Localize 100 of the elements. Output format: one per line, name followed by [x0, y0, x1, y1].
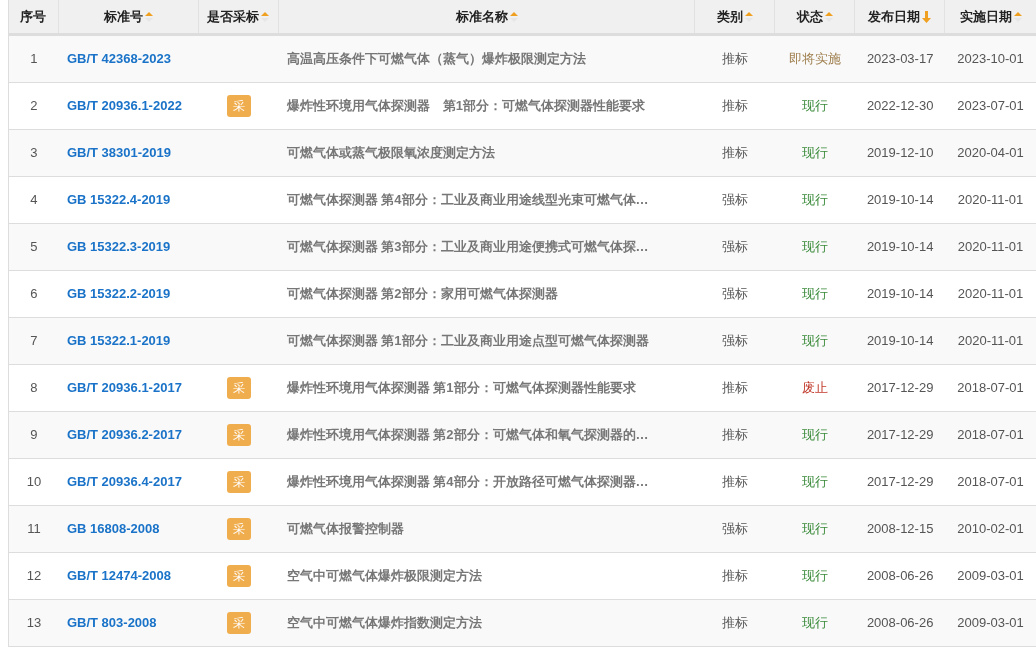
publish-date: 2017-12-29 — [866, 379, 934, 398]
status-text: 现行 — [802, 238, 829, 257]
sort-icon[interactable] — [1013, 9, 1022, 24]
publish-date: 2017-12-29 — [866, 473, 934, 492]
status-text: 即将实施 — [789, 50, 842, 69]
sort-icon[interactable] — [509, 9, 518, 24]
effective-date: 2010-02-01 — [957, 520, 1024, 539]
effective-date: 2009-03-01 — [957, 614, 1024, 633]
effective-date: 2020-11-01 — [957, 191, 1024, 210]
column-header: 标准号 — [103, 7, 143, 26]
row-number: 7 — [30, 332, 38, 351]
standard-code-link[interactable]: GB 15322.4-2019 — [66, 190, 171, 210]
column-header: 实施日期 — [959, 7, 1012, 26]
standard-code-link[interactable]: GB 15322.2-2019 — [66, 284, 171, 304]
row-number: 11 — [27, 520, 41, 539]
row-number: 12 — [26, 567, 42, 586]
standard-code-link[interactable]: GB 16808-2008 — [66, 519, 160, 539]
status-text: 现行 — [802, 426, 829, 445]
sort-icon[interactable] — [824, 9, 833, 24]
standard-code-link[interactable]: GB/T 20936.4-2017 — [66, 472, 182, 492]
category-text: 推标 — [722, 473, 749, 492]
standard-name: 可燃气体探测器 第2部分：家用可燃气体探测器 — [286, 285, 558, 304]
adopted-badge: 采 — [226, 377, 251, 399]
publish-date: 2017-12-29 — [866, 426, 934, 445]
adopted-badge: 采 — [226, 565, 251, 587]
row-number: 13 — [26, 614, 42, 633]
effective-date: 2020-11-01 — [957, 238, 1024, 257]
publish-date: 2008-06-26 — [866, 614, 934, 633]
status-text: 现行 — [802, 97, 829, 116]
sort-icon[interactable] — [144, 9, 153, 24]
standard-name: 爆炸性环境用气体探测器 第1部分：可燃气体探测器性能要求 — [286, 379, 636, 398]
adopted-badge: 采 — [226, 424, 251, 446]
sort-descending-icon[interactable] — [922, 9, 932, 24]
column-header: 序号 — [20, 7, 47, 26]
standard-code-link[interactable]: GB/T 12474-2008 — [66, 566, 172, 586]
standard-code-link[interactable]: GB/T 42368-2023 — [66, 49, 172, 69]
publish-date: 2008-12-15 — [866, 520, 934, 539]
effective-date: 2018-07-01 — [957, 473, 1024, 492]
row-number: 4 — [30, 191, 38, 210]
row-number: 9 — [30, 426, 38, 445]
column-header: 标准名称 — [455, 7, 508, 26]
standard-name: 高温高压条件下可燃气体（蒸气）爆炸极限测定方法 — [286, 50, 586, 69]
status-text: 现行 — [802, 285, 829, 304]
publish-date: 2019-12-10 — [866, 144, 934, 163]
publish-date: 2008-06-26 — [866, 567, 934, 586]
standard-name: 空气中可燃气体爆炸极限测定方法 — [286, 567, 482, 586]
row-number: 1 — [30, 50, 38, 69]
effective-date: 2018-07-01 — [957, 426, 1024, 445]
effective-date: 2023-10-01 — [957, 50, 1024, 69]
category-text: 强标 — [722, 285, 749, 304]
row-number: 6 — [30, 285, 38, 304]
publish-date: 2019-10-14 — [866, 285, 934, 304]
adopted-badge: 采 — [226, 471, 251, 493]
effective-date: 2009-03-01 — [957, 567, 1024, 586]
status-text: 现行 — [802, 567, 829, 586]
publish-date: 2019-10-14 — [866, 238, 934, 257]
sort-icon[interactable] — [261, 9, 270, 24]
category-text: 强标 — [722, 238, 749, 257]
standard-name: 空气中可燃气体爆炸指数测定方法 — [286, 614, 482, 633]
status-text: 废止 — [802, 379, 829, 398]
effective-date: 2020-11-01 — [957, 285, 1024, 304]
status-text: 现行 — [802, 191, 829, 210]
standard-name: 爆炸性环境用气体探测器 第2部分：可燃气体和氧气探测器的… — [286, 426, 649, 445]
row-number: 3 — [30, 144, 38, 163]
standard-name: 可燃气体探测器 第4部分：工业及商业用途线型光束可燃气体… — [286, 191, 649, 210]
category-text: 推标 — [722, 567, 749, 586]
publish-date: 2019-10-14 — [866, 191, 934, 210]
status-text: 现行 — [802, 473, 829, 492]
adopted-badge: 采 — [226, 518, 251, 540]
effective-date: 2018-07-01 — [957, 379, 1024, 398]
standard-name: 可燃气体或蒸气极限氧浓度测定方法 — [286, 144, 495, 163]
column-header: 发布日期 — [868, 7, 921, 26]
publish-date: 2019-10-14 — [866, 332, 934, 351]
row-number: 8 — [30, 379, 38, 398]
publish-date: 2022-12-30 — [866, 97, 934, 116]
category-text: 推标 — [722, 97, 749, 116]
effective-date: 2020-04-01 — [957, 144, 1024, 163]
adopted-badge: 采 — [226, 95, 251, 117]
column-header: 类别 — [716, 7, 743, 26]
category-text: 推标 — [722, 50, 749, 69]
category-text: 强标 — [722, 332, 749, 351]
standard-code-link[interactable]: GB 15322.3-2019 — [66, 237, 171, 257]
adopted-badge: 采 — [226, 612, 251, 634]
standard-code-link[interactable]: GB/T 803-2008 — [66, 613, 157, 633]
standard-code-link[interactable]: GB 15322.1-2019 — [66, 331, 171, 351]
publish-date: 2023-03-17 — [866, 50, 934, 69]
status-text: 现行 — [802, 520, 829, 539]
standard-code-link[interactable]: GB/T 20936.1-2017 — [66, 378, 182, 398]
standard-code-link[interactable]: GB/T 20936.1-2022 — [66, 96, 182, 116]
category-text: 推标 — [722, 614, 749, 633]
category-text: 推标 — [722, 379, 749, 398]
standard-code-link[interactable]: GB/T 20936.2-2017 — [66, 425, 182, 445]
row-number: 5 — [30, 238, 38, 257]
standard-name: 爆炸性环境用气体探测器 第1部分：可燃气体探测器性能要求 — [286, 97, 645, 116]
status-text: 现行 — [802, 332, 829, 351]
sort-icon[interactable] — [744, 9, 753, 24]
row-number: 2 — [30, 97, 38, 116]
effective-date: 2020-11-01 — [957, 332, 1024, 351]
standard-code-link[interactable]: GB/T 38301-2019 — [66, 143, 172, 163]
status-text: 现行 — [802, 614, 829, 633]
